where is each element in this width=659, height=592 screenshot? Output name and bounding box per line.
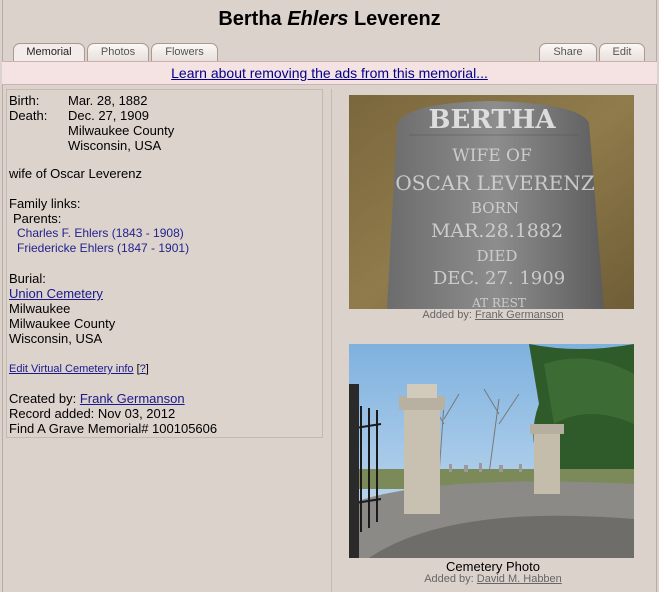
created-by-label: Created by: <box>9 391 77 406</box>
death-label: Death: <box>9 108 48 123</box>
photo-column: BERTHA WIFE OF OSCAR LEVERENZ BORN MAR.2… <box>331 89 653 592</box>
record-added: Record added: Nov 03, 2012 <box>9 406 176 421</box>
ad-removal-link[interactable]: Learn about removing the ads from this m… <box>171 65 488 81</box>
death-state: Wisconsin, USA <box>68 138 162 153</box>
tab-photos[interactable]: Photos <box>87 43 149 61</box>
cemetery-photo-caption: Added by: David M. Habben <box>332 573 654 585</box>
memorial-id: Find A Grave Memorial# 100105606 <box>9 421 218 436</box>
burial-county: Milwaukee County <box>9 316 116 331</box>
parents-label: Parents: <box>13 211 62 226</box>
burial-label: Burial: <box>9 271 46 286</box>
headstone-photo[interactable]: BERTHA WIFE OF OSCAR LEVERENZ BORN MAR.2… <box>349 95 634 309</box>
memorial-details-panel: Birth: Mar. 28, 1882 Death: Dec. 27, 190… <box>6 89 323 438</box>
stone-line-1: BERTHA <box>428 105 556 135</box>
burial-city: Milwaukee <box>9 301 71 316</box>
creator-link[interactable]: Frank Germanson <box>80 391 185 406</box>
bio-text: wife of Oscar Leverenz <box>9 166 142 181</box>
virtual-cemetery-row: Edit Virtual Cemetery info [?] <box>9 362 149 377</box>
death-county: Milwaukee County <box>68 123 175 138</box>
headstone-image: BERTHA WIFE OF OSCAR LEVERENZ BORN MAR.2… <box>349 95 634 309</box>
burial-state: Wisconsin, USA <box>9 331 103 346</box>
headstone-added-by-label: Added by: <box>422 309 472 321</box>
parent-link-mother[interactable]: Friedericke Ehlers (1847 - 1901) <box>17 241 189 256</box>
title-first-name: Bertha <box>218 8 282 30</box>
tab-flowers[interactable]: Flowers <box>151 43 218 61</box>
cemetery-link[interactable]: Union Cemetery <box>9 286 103 301</box>
family-links-heading: Family links: <box>9 196 81 211</box>
death-date: Dec. 27, 1909 <box>68 108 149 123</box>
headstone-contributor-link[interactable]: Frank Germanson <box>475 309 564 321</box>
birth-date: Mar. 28, 1882 <box>68 93 148 108</box>
cemetery-gate-image <box>349 344 634 558</box>
stone-line-5: MAR.28.1882 <box>431 220 563 242</box>
cemetery-photo-title: Cemetery Photo <box>446 559 540 574</box>
birth-label: Birth: <box>9 93 40 108</box>
ad-removal-banner: Learn about removing the ads from this m… <box>2 61 657 85</box>
title-middle-name: Ehlers <box>287 8 349 30</box>
tab-share[interactable]: Share <box>539 43 597 61</box>
stone-line-3: OSCAR LEVERENZ <box>395 171 594 195</box>
created-by-row: Created by: Frank Germanson <box>9 391 185 406</box>
cemetery-photo[interactable] <box>349 344 634 558</box>
help-close-bracket: ] <box>145 363 149 375</box>
edit-virtual-cemetery-link[interactable]: Edit Virtual Cemetery info <box>9 363 134 375</box>
tab-edit[interactable]: Edit <box>599 43 645 61</box>
stone-line-4: BORN <box>471 199 519 217</box>
cemetery-contributor-link[interactable]: David M. Habben <box>477 573 562 585</box>
tab-memorial[interactable]: Memorial <box>13 43 85 61</box>
page-title: Bertha Ehlers Leverenz <box>0 7 659 31</box>
stone-line-2: WIFE OF <box>452 146 532 166</box>
tab-bar: Memorial Photos Flowers Share Edit <box>0 43 659 61</box>
headstone-photo-caption: Added by: Frank Germanson <box>332 309 654 321</box>
parent-link-father[interactable]: Charles F. Ehlers (1843 - 1908) <box>17 226 184 241</box>
cemetery-added-by-label: Added by: <box>424 573 474 585</box>
stone-line-8: AT REST <box>471 296 526 309</box>
stone-line-7: DEC. 27. 1909 <box>433 268 565 289</box>
stone-line-6: DIED <box>477 247 518 265</box>
title-last-name: Leverenz <box>353 8 441 30</box>
